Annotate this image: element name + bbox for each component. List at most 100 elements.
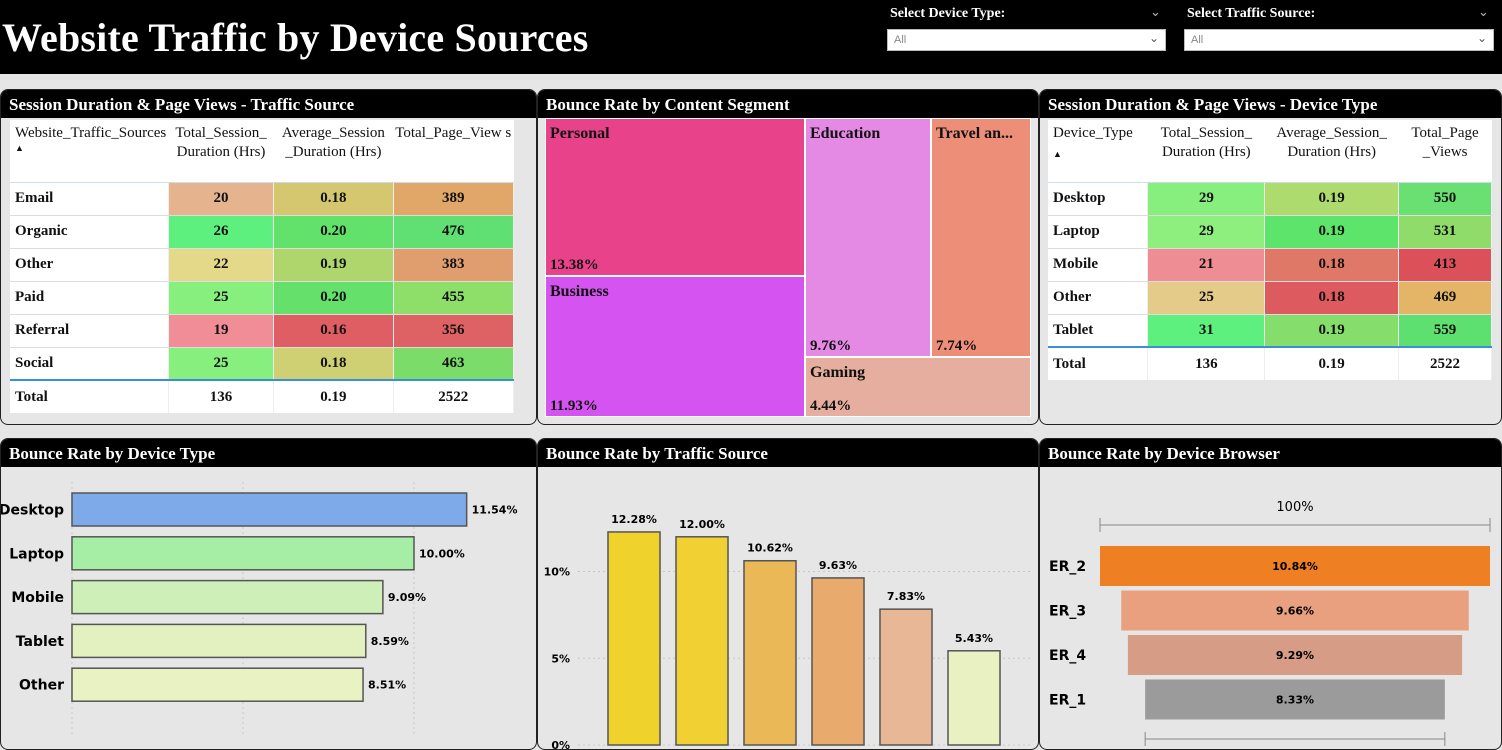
bar[interactable] — [811, 577, 865, 746]
table-cell: 2522 — [393, 379, 514, 413]
data-label: 8.33% — [1276, 694, 1314, 707]
traffic-source-slicer[interactable]: Select Traffic Source: ⌄ All ⌄ — [1184, 0, 1494, 60]
column-header[interactable]: Average_Session _Duration (Hrs) — [273, 120, 393, 183]
device-slicer-label: Select Device Type: — [890, 6, 1006, 21]
device-browser-funnel-panel: Bounce Rate by Device Browser 100% 10.84%… — [1039, 438, 1502, 750]
table-cell: 550 — [1398, 182, 1492, 216]
table-cell: 19 — [168, 314, 275, 348]
table-cell: 25 — [1147, 281, 1266, 315]
data-label: 10.84% — [1272, 560, 1318, 573]
row-label: Total — [10, 379, 169, 413]
table-header-row: Website_Traffic_Sources ▲ Total_Session_ … — [10, 120, 514, 183]
bar[interactable] — [71, 492, 468, 527]
sort-ascending-icon[interactable]: ▲ — [15, 143, 166, 153]
row-label: Tablet — [1048, 314, 1149, 348]
device-type-table-panel: Session Duration & Page Views - Device T… — [1039, 89, 1502, 425]
column-header[interactable]: Device_Type ▲ — [1048, 120, 1148, 183]
table-cell: 0.19 — [1264, 314, 1400, 348]
device-type-dropdown[interactable]: All ⌄ — [887, 29, 1166, 51]
column-header[interactable]: Total_Session_ Duration (Hrs) — [1147, 120, 1265, 183]
treemap-tile[interactable]: Personal 13.38% — [545, 118, 805, 276]
tile-value: 7.74% — [936, 338, 978, 354]
table-cell: 0.19 — [273, 248, 394, 282]
y-tick-label: 10% — [544, 566, 570, 579]
row-label: Mobile — [1048, 248, 1149, 282]
treemap-tile[interactable]: Gaming 4.44% — [805, 357, 1031, 417]
table-cell: 25 — [168, 347, 275, 381]
table-cell: 0.18 — [273, 347, 394, 381]
panel-title: Session Duration & Page Views - Device T… — [1040, 90, 1501, 118]
content-segment-treemap-panel: Bounce Rate by Content Segment Personal … — [537, 89, 1039, 425]
row-label: Other — [10, 248, 169, 282]
device-type-table: Device_Type ▲ Total_Session_ Duration (Hr… — [1048, 120, 1492, 380]
column-header[interactable]: Website_Traffic_Sources ▲ — [10, 120, 169, 183]
total-row: Total 136 0.19 2522 — [10, 379, 514, 413]
data-label: 9.66% — [1276, 605, 1314, 618]
device-type-slicer[interactable]: Select Device Type: ⌄ All ⌄ — [887, 0, 1167, 60]
column-header[interactable]: Total_Session_ Duration (Hrs) — [168, 120, 274, 183]
chevron-down-icon: ⌄ — [1476, 31, 1487, 45]
table-cell: 0.19 — [1264, 346, 1400, 380]
row-label: Social — [10, 347, 169, 381]
bar[interactable] — [743, 559, 797, 746]
panel-title: Bounce Rate by Traffic Source — [538, 439, 1038, 467]
bar[interactable] — [71, 579, 384, 615]
table-cell: 469 — [1398, 281, 1492, 315]
traffic-source-chart-panel: Bounce Rate by Traffic Source 0% 5% 10% 12.… — [537, 438, 1039, 750]
treemap-tile[interactable]: Business 11.93% — [545, 276, 805, 417]
table-cell: 413 — [1398, 248, 1492, 282]
data-label: 9.63% — [819, 559, 857, 572]
bar[interactable] — [675, 536, 729, 746]
device-type-value: All — [894, 34, 907, 46]
bar[interactable] — [879, 608, 933, 746]
category-label: ER_2 — [1049, 559, 1086, 575]
chevron-down-icon: ⌄ — [1148, 31, 1159, 45]
bar[interactable] — [71, 623, 367, 659]
row-label: Referral — [10, 314, 169, 348]
table-cell: 22 — [168, 248, 275, 282]
collapse-chevron-icon[interactable]: ⌄ — [1150, 4, 1161, 20]
traffic-source-dropdown[interactable]: All ⌄ — [1184, 29, 1494, 51]
collapse-chevron-icon[interactable]: ⌄ — [1478, 4, 1489, 20]
panel-title: Bounce Rate by Content Segment — [538, 90, 1038, 118]
data-label: 7.83% — [887, 590, 925, 603]
table-row: Other 25 0.18 469 — [1048, 281, 1492, 315]
column-header[interactable]: Total_Page _Views — [1398, 120, 1492, 183]
table-cell: 29 — [1147, 182, 1266, 216]
column-header[interactable]: Total_Page_View s — [393, 120, 514, 183]
tile-label: Gaming — [810, 364, 866, 381]
data-label: 8.59% — [371, 635, 409, 648]
table-row: Other 22 0.19 383 — [10, 248, 514, 282]
column-header[interactable]: Average_Session_ Duration (Hrs) — [1264, 120, 1399, 183]
traffic-slicer-label: Select Traffic Source: — [1187, 6, 1316, 21]
table-cell: 0.19 — [1264, 182, 1400, 216]
sort-ascending-icon[interactable]: ▲ — [1053, 149, 1146, 159]
bar[interactable] — [71, 536, 415, 571]
table-cell: 31 — [1147, 314, 1266, 348]
table-cell: 0.16 — [273, 314, 394, 348]
bar[interactable] — [947, 650, 1001, 746]
treemap-tile[interactable]: Travel an... 7.74% — [931, 118, 1031, 357]
category-label: Tablet — [16, 634, 65, 650]
table-row: Email 20 0.18 389 — [10, 182, 514, 216]
tile-label: Education — [810, 125, 881, 142]
table-cell: 25 — [168, 281, 275, 315]
y-tick-label: 0% — [551, 739, 570, 750]
table-cell: 476 — [393, 215, 514, 249]
table-row: Organic 26 0.20 476 — [10, 215, 514, 249]
row-label: Total — [1048, 346, 1149, 380]
table-cell: 559 — [1398, 314, 1492, 348]
table-cell: 29 — [1147, 215, 1266, 249]
traffic-source-table: Website_Traffic_Sources ▲ Total_Session_ … — [10, 120, 514, 413]
total-row: Total 136 0.19 2522 — [1048, 346, 1492, 380]
traffic-source-table-panel: Session Duration & Page Views - Traffic … — [0, 89, 537, 425]
treemap-tile[interactable]: Education 9.76% — [805, 118, 931, 357]
table-cell: 0.19 — [273, 379, 394, 413]
bar[interactable] — [607, 531, 661, 746]
table-row: Laptop 29 0.19 531 — [1048, 215, 1492, 249]
table-cell: 383 — [393, 248, 514, 282]
category-label: ER_4 — [1049, 648, 1086, 664]
row-label: Organic — [10, 215, 169, 249]
tile-value: 9.76% — [810, 338, 852, 354]
bar[interactable] — [71, 667, 364, 702]
